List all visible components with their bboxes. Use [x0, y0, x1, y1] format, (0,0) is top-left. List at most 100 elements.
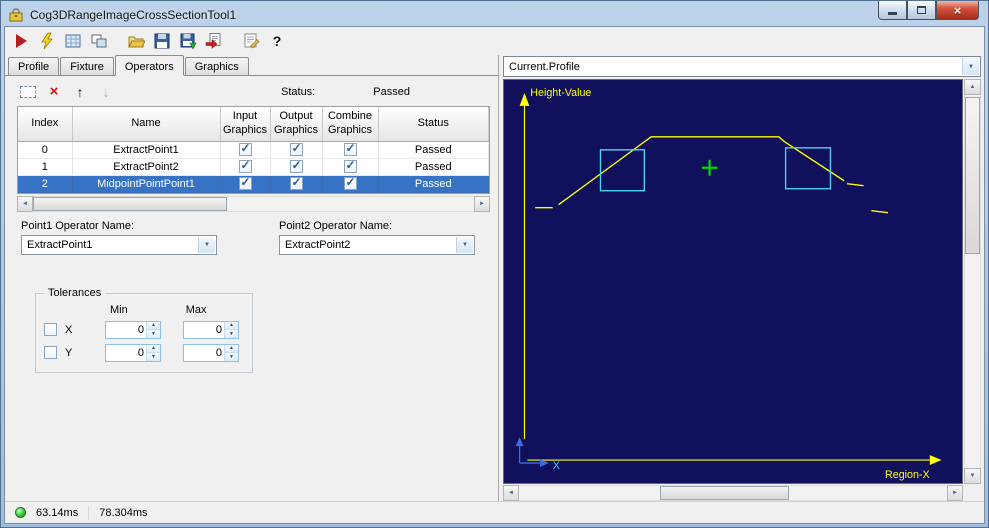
tab-graphics[interactable]: Graphics — [184, 57, 249, 75]
save-image-button[interactable] — [176, 30, 200, 53]
spin-up-icon[interactable]: ▲ — [225, 344, 238, 352]
header-name[interactable]: Name — [72, 107, 221, 142]
header-output-graphics[interactable]: Output Graphics — [270, 107, 323, 142]
input-graphics-checkbox[interactable] — [238, 141, 252, 156]
point1-operator-select[interactable]: ExtractPoint1 ▼ — [21, 234, 217, 255]
header-index[interactable]: Index — [18, 107, 73, 142]
scroll-track[interactable] — [964, 95, 981, 468]
spin-down-icon[interactable]: ▼ — [225, 352, 238, 361]
operator-row-0[interactable]: 0 ExtractPoint1 Passed — [18, 141, 489, 159]
arrow-up-icon: ↑ — [76, 83, 84, 100]
open-button[interactable] — [124, 30, 148, 53]
tolerance-x-max-spinner[interactable]: ▲▼ — [183, 320, 239, 339]
electric-run-button[interactable] — [35, 30, 59, 53]
operator-index[interactable]: 2 — [18, 175, 73, 193]
delete-operator-button[interactable]: × — [43, 82, 65, 102]
operator-name[interactable]: ExtractPoint1 — [72, 141, 221, 159]
arrow-down-icon: ↓ — [102, 83, 110, 100]
tab-profile[interactable]: Profile — [8, 57, 60, 75]
tolerance-x-max-input[interactable] — [184, 321, 224, 338]
move-down-button[interactable]: ↓ — [95, 82, 117, 102]
tolerance-y-min-input[interactable] — [106, 344, 146, 361]
scroll-thumb[interactable] — [660, 486, 789, 500]
header-combine-graphics[interactable]: Combine Graphics — [322, 107, 379, 142]
input-graphics-cell — [220, 141, 271, 159]
tolerance-y-max-spinner[interactable]: ▲▼ — [183, 343, 239, 362]
total-time: 78.304ms — [99, 506, 148, 519]
save-floppy-icon — [154, 33, 170, 49]
scroll-left-icon[interactable]: ◄ — [17, 195, 33, 212]
statusbar-separator — [88, 505, 90, 520]
spin-down-icon[interactable]: ▼ — [225, 329, 238, 338]
profile-selector[interactable]: Current.Profile ▼ — [503, 56, 981, 77]
scroll-thumb[interactable] — [965, 97, 980, 254]
combine-graphics-checkbox[interactable] — [343, 141, 357, 156]
run-button[interactable] — [9, 30, 33, 53]
edit-posted-items-button[interactable] — [239, 30, 263, 53]
minimize-button[interactable] — [878, 1, 907, 20]
close-button[interactable]: × — [936, 1, 979, 20]
move-up-button[interactable]: ↑ — [69, 82, 91, 102]
float-windows-button[interactable] — [87, 30, 111, 53]
combine-graphics-checkbox[interactable] — [343, 158, 357, 173]
tolerance-x-label: X — [65, 323, 73, 336]
point2-operator-select[interactable]: ExtractPoint2 ▼ — [279, 234, 475, 255]
svg-text:X: X — [553, 460, 560, 472]
scroll-track[interactable] — [519, 485, 947, 501]
scroll-thumb[interactable] — [33, 196, 228, 211]
scroll-track[interactable] — [33, 195, 474, 212]
tab-operators[interactable]: Operators — [114, 55, 184, 76]
scroll-right-icon[interactable]: ► — [474, 195, 490, 212]
scroll-up-icon[interactable]: ▲ — [964, 79, 981, 95]
header-input-graphics[interactable]: Input Graphics — [220, 107, 271, 142]
graph-horizontal-scrollbar[interactable]: ◄ ► — [503, 485, 963, 501]
tolerance-y-checkbox[interactable] — [44, 346, 57, 359]
import-export-button[interactable] — [202, 30, 226, 53]
image-display-button[interactable] — [61, 30, 85, 53]
operator-index[interactable]: 1 — [18, 158, 73, 176]
help-button[interactable]: ? — [265, 30, 289, 53]
tolerance-y-min-spinner[interactable]: ▲▼ — [105, 343, 161, 362]
scroll-down-icon[interactable]: ▼ — [964, 468, 981, 484]
combine-graphics-checkbox[interactable] — [343, 175, 357, 190]
chevron-down-icon[interactable]: ▼ — [962, 58, 979, 75]
output-graphics-checkbox[interactable] — [289, 175, 303, 190]
output-graphics-checkbox[interactable] — [289, 158, 303, 173]
input-graphics-checkbox[interactable] — [238, 158, 252, 173]
operator-row-1[interactable]: 1 ExtractPoint2 Passed — [18, 158, 489, 176]
delete-icon: × — [49, 83, 59, 100]
spin-up-icon[interactable]: ▲ — [147, 344, 160, 352]
titlebar[interactable]: Cog3DRangeImageCrossSectionTool1 × — [4, 1, 985, 26]
operator-name[interactable]: ExtractPoint2 — [72, 158, 221, 176]
save-button[interactable] — [150, 30, 174, 53]
operator-index[interactable]: 0 — [18, 141, 73, 159]
tolerance-x-checkbox[interactable] — [44, 323, 57, 336]
scroll-right-icon[interactable]: ► — [947, 485, 963, 501]
graph-vertical-scrollbar[interactable]: ▲ ▼ — [964, 79, 981, 484]
table-horizontal-scrollbar[interactable]: ◄ ► — [17, 195, 490, 212]
chevron-down-icon[interactable]: ▼ — [198, 236, 215, 253]
output-graphics-checkbox[interactable] — [289, 141, 303, 156]
profile-display[interactable]: Height-Value Region-X X — [503, 79, 963, 484]
tolerance-x-min-input[interactable] — [106, 321, 146, 338]
spin-up-icon[interactable]: ▲ — [147, 321, 160, 329]
input-graphics-checkbox[interactable] — [238, 175, 252, 190]
spin-down-icon[interactable]: ▼ — [147, 352, 160, 361]
combine-graphics-cell — [322, 175, 379, 193]
spin-up-icon[interactable]: ▲ — [225, 321, 238, 329]
tolerance-x-min-spinner[interactable]: ▲▼ — [105, 320, 161, 339]
maximize-icon — [917, 6, 926, 14]
header-status[interactable]: Status — [378, 107, 489, 142]
open-folder-icon — [128, 36, 145, 48]
tab-fixture[interactable]: Fixture — [60, 57, 114, 75]
chevron-down-icon[interactable]: ▼ — [456, 236, 473, 253]
operator-name[interactable]: MidpointPointPoint1 — [72, 175, 221, 193]
operator-combos: Point1 Operator Name: ExtractPoint1 ▼ Po… — [21, 220, 498, 255]
operator-row-2[interactable]: 2 MidpointPointPoint1 Passed — [18, 175, 489, 193]
scroll-left-icon[interactable]: ◄ — [503, 485, 519, 501]
profile-graph[interactable]: Height-Value Region-X X — [504, 80, 962, 483]
tolerance-y-max-input[interactable] — [184, 344, 224, 361]
new-operator-button[interactable] — [17, 82, 39, 102]
spin-down-icon[interactable]: ▼ — [147, 329, 160, 338]
maximize-button[interactable] — [907, 1, 936, 20]
